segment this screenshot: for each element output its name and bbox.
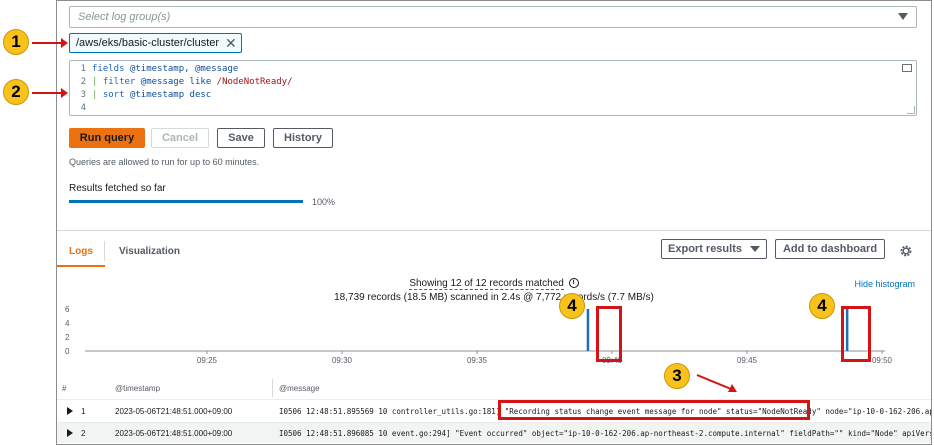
tab-logs[interactable]: Logs <box>69 237 93 265</box>
row-message-prefix: I0506 12:48:51.895569 10 controller_util… <box>279 406 505 416</box>
y-tick-label: 0 <box>65 347 70 356</box>
add-to-dashboard-button[interactable]: Add to dashboard <box>775 239 885 259</box>
row-timestamp: 2023-05-06T21:48:51.000+09:00 <box>115 428 233 438</box>
save-button[interactable]: Save <box>217 128 265 148</box>
row-timestamp: 2023-05-06T21:48:51.000+09:00 <box>115 406 233 416</box>
y-tick-label: 4 <box>65 319 70 328</box>
callout-arrow-1 <box>32 38 68 48</box>
tab-logs-underline <box>57 265 105 267</box>
query-code: | sort @timestamp desc <box>92 90 212 100</box>
records-histogram: 024609:25 09:30 09:35 09:40 09:45 09:50 <box>65 305 893 365</box>
query-code: fields @timestamp, @message <box>92 64 239 74</box>
info-icon[interactable]: i <box>568 278 579 289</box>
x-tick-label: 09:30 <box>332 356 353 365</box>
y-tick-label: 2 <box>65 333 70 342</box>
row-index: 2 <box>81 428 86 438</box>
histogram-showing-line: Showing 12 of 12 records matched i <box>57 278 931 290</box>
expand-row-icon[interactable] <box>67 407 73 415</box>
histogram-showing-text: Showing 12 of 12 records matched <box>409 278 564 290</box>
x-tick-label: 09:35 <box>467 356 488 365</box>
query-time-hint: Queries are allowed to run for up to 60 … <box>69 157 260 167</box>
line-number: 3 <box>80 90 86 100</box>
x-tick-label: 09:25 <box>197 356 218 365</box>
close-icon[interactable]: ✕ <box>225 36 237 50</box>
caret-down-icon[interactable] <box>898 13 908 20</box>
results-progress-fill <box>69 200 303 203</box>
x-tick-label: 09:45 <box>737 356 758 365</box>
callout-badge-2: 2 <box>3 79 29 105</box>
query-editor[interactable]: 1 fields @timestamp, @message 2 | filter @m… <box>69 60 917 116</box>
line-number: 1 <box>80 64 86 74</box>
hide-histogram-link[interactable]: Hide histogram <box>854 279 915 289</box>
query-line[interactable]: 1 fields @timestamp, @message <box>70 63 916 76</box>
run-query-button[interactable]: Run query <box>69 128 145 148</box>
cancel-button[interactable]: Cancel <box>151 128 209 148</box>
table-header-message[interactable]: @message <box>279 384 320 393</box>
highlight-box-bar-2 <box>841 306 871 362</box>
tab-separator <box>104 241 105 261</box>
selected-log-group-token: /aws/eks/basic-cluster/cluster ✕ <box>69 33 242 53</box>
table-header-timestamp[interactable]: @timestamp <box>115 384 160 393</box>
export-results-button[interactable]: Export results <box>661 239 767 259</box>
query-line[interactable]: 2 | filter @message like /NodeNotReady/ <box>70 76 916 89</box>
gear-icon[interactable] <box>899 244 913 258</box>
tab-visualization[interactable]: Visualization <box>119 237 180 265</box>
results-progress-bar <box>69 200 303 203</box>
histogram-bar[interactable] <box>586 309 590 351</box>
log-group-select[interactable]: Select log group(s) <box>69 6 917 28</box>
callout-arrow-3 <box>696 374 737 392</box>
callout-badge-3: 3 <box>664 363 690 389</box>
query-code: | filter @message like /NodeNotReady/ <box>92 77 293 87</box>
table-row[interactable]: 2 2023-05-06T21:48:51.000+09:00 I0506 12… <box>57 423 931 443</box>
callout-badge-4a: 4 <box>559 293 585 319</box>
query-line[interactable]: 3 | sort @timestamp desc <box>70 89 916 102</box>
callout-badge-1: 1 <box>3 29 29 55</box>
cloudwatch-logs-insights-panel: Select log group(s) /aws/eks/basic-clust… <box>56 0 932 445</box>
callout-badge-4b: 4 <box>809 293 835 319</box>
line-number: 2 <box>80 77 86 87</box>
results-fetched-label: Results fetched so far <box>69 183 166 194</box>
expand-row-icon[interactable] <box>67 429 73 437</box>
log-group-select-placeholder: Select log group(s) <box>78 11 171 23</box>
row-message: I0506 12:48:51.896085 10 event.go:294] "… <box>279 428 932 438</box>
results-progress-percent: 100% <box>312 197 336 207</box>
row-message-prefix: I0506 12:48:51.896085 10 event.go:294] "… <box>279 428 932 438</box>
x-tick-label: 09:50 <box>872 356 893 365</box>
row-message-suffix: node="ip-10-0-162-206.ap- <box>820 406 932 416</box>
highlight-box-bar-1 <box>596 306 622 362</box>
table-header-index: # <box>62 384 67 393</box>
highlight-box-message <box>498 400 810 420</box>
callout-arrow-2 <box>32 88 68 98</box>
y-tick-label: 6 <box>65 305 70 314</box>
row-index: 1 <box>81 406 86 416</box>
export-results-label: Export results <box>668 243 742 255</box>
selected-log-group-label: /aws/eks/basic-cluster/cluster <box>76 37 220 49</box>
column-separator <box>272 379 273 397</box>
line-number: 4 <box>80 103 86 113</box>
history-button[interactable]: History <box>273 128 333 148</box>
caret-down-icon <box>749 246 760 252</box>
section-divider <box>57 230 931 231</box>
query-line[interactable]: 4 <box>70 102 916 115</box>
